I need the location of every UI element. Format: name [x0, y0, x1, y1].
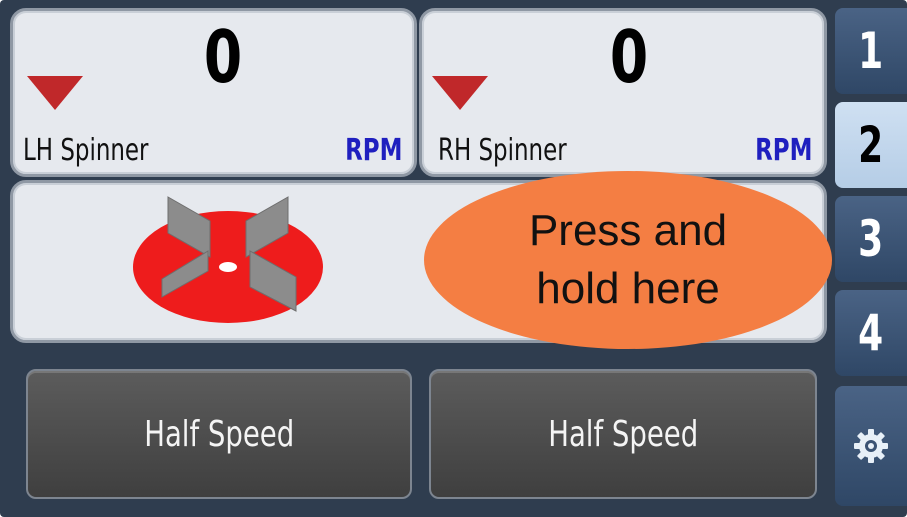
press-and-hold-callout[interactable]: Press and hold here [424, 171, 832, 349]
rh-decrease-triangle-icon[interactable] [432, 76, 488, 112]
lh-half-speed-button[interactable]: Half Speed [26, 369, 412, 499]
tab-1-label: 1 [858, 22, 884, 80]
tab-3[interactable]: 3 [835, 196, 907, 282]
tab-1[interactable]: 1 [835, 8, 907, 94]
rh-half-speed-button[interactable]: Half Speed [429, 369, 817, 499]
tab-4-label: 4 [858, 304, 884, 362]
callout-line-1: Press and [528, 206, 728, 255]
rh-rpm-unit: RPM [754, 133, 812, 168]
tab-3-label: 3 [858, 210, 884, 268]
settings-button[interactable] [835, 386, 907, 506]
lh-rpm-unit: RPM [344, 133, 402, 168]
lh-spinner-panel[interactable]: 0 LH Spinner RPM [10, 8, 417, 177]
rh-rpm-value: 0 [609, 15, 649, 99]
callout-line-2: hold here [536, 264, 720, 313]
rh-spinner-label: RH Spinner [438, 133, 567, 168]
lh-spinner-label: LH Spinner [23, 133, 149, 168]
tab-4[interactable]: 4 [835, 290, 907, 376]
lh-half-speed-label: Half Speed [143, 413, 294, 455]
tab-2[interactable]: 2 [835, 102, 907, 188]
lh-rpm-value: 0 [203, 15, 243, 99]
tab-2-label: 2 [858, 116, 884, 174]
lh-decrease-triangle-icon[interactable] [27, 76, 83, 112]
rh-spinner-panel[interactable]: 0 RH Spinner RPM [419, 8, 827, 177]
gear-icon [854, 429, 888, 463]
rh-half-speed-label: Half Speed [547, 413, 698, 455]
spinner-disc-icon [133, 196, 323, 323]
